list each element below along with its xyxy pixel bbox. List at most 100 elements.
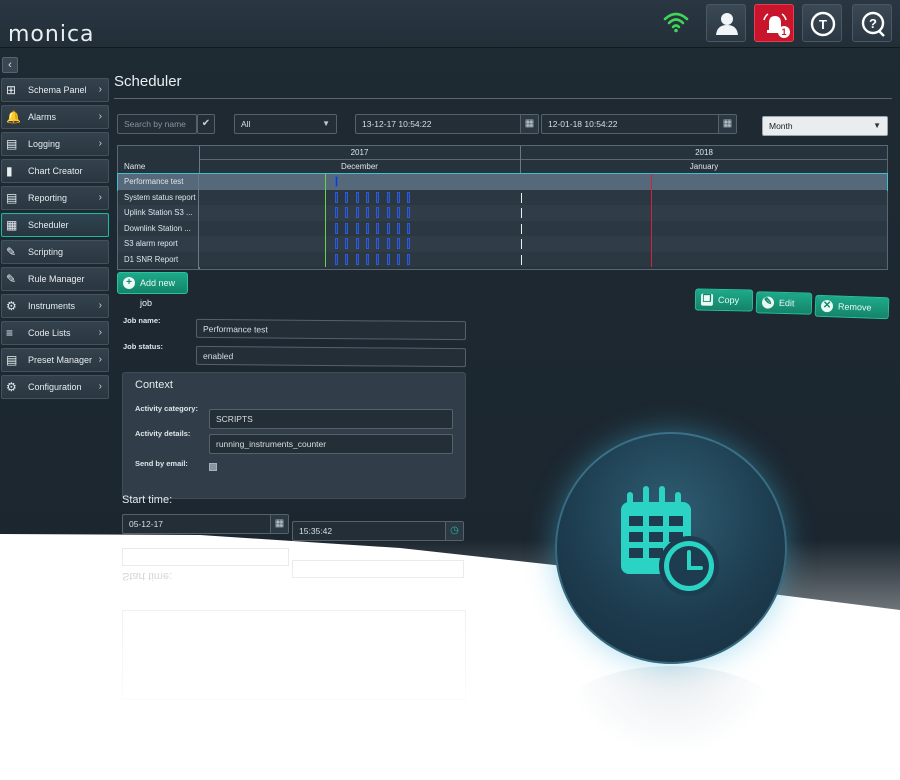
job-occurrence-bar[interactable]: [365, 222, 369, 234]
sidebar-item-label: Reporting: [28, 193, 68, 203]
start-time-field[interactable]: 15:35:42 ◷: [292, 521, 464, 541]
job-occurrence-bar[interactable]: [335, 207, 338, 218]
job-occurrence-bar[interactable]: [335, 176, 338, 187]
alarm-button[interactable]: 1: [754, 4, 794, 42]
job-occurrence-bar[interactable]: [365, 253, 369, 265]
sidebar-item-code-lists[interactable]: ≡ Code Lists ›: [1, 321, 109, 345]
job-occurrence-bar[interactable]: [355, 253, 359, 265]
sidebar-item-label: Schema Panel: [28, 85, 87, 95]
activity-details-field[interactable]: running_instruments_counter: [209, 434, 453, 454]
user-button[interactable]: [706, 4, 746, 42]
alarm-count-badge: 1: [778, 26, 790, 38]
job-occurrence-bar[interactable]: [407, 238, 411, 249]
context-title: Context: [135, 379, 173, 391]
timeline-row[interactable]: Uplink Station S3 ...: [118, 205, 887, 221]
sidebar-item-reporting[interactable]: ▤ Reporting ›: [1, 186, 109, 210]
timeline-row[interactable]: System status report: [118, 189, 887, 205]
range-start-date-field[interactable]: 13-12-17 10:54:22 ▦: [355, 114, 539, 134]
timeline-row[interactable]: S3 alarm report: [118, 236, 887, 252]
job-occurrence-bar[interactable]: [386, 238, 390, 249]
job-occurrence-bar[interactable]: [386, 191, 390, 203]
job-occurrence-bar[interactable]: [335, 238, 338, 249]
send-by-email-checkbox[interactable]: [209, 463, 217, 471]
job-occurrence-bar[interactable]: [355, 222, 359, 234]
add-job-button[interactable]: + Add new job: [117, 272, 188, 308]
sidebar-collapse-button[interactable]: ‹: [2, 57, 18, 73]
remove-button[interactable]: ✕ Remove: [814, 294, 890, 320]
job-occurrence-bar[interactable]: [386, 253, 390, 265]
job-occurrence-bar[interactable]: [365, 191, 369, 203]
calendar-icon[interactable]: ▦: [520, 115, 538, 133]
job-occurrence-bar[interactable]: [407, 207, 411, 218]
job-occurrence-bar[interactable]: [365, 238, 369, 249]
job-occurrence-bar[interactable]: [376, 253, 380, 265]
search-input[interactable]: Search by name: [117, 114, 197, 134]
chevron-right-icon: ›: [98, 327, 102, 338]
sidebar-item-instruments[interactable]: ⚙ Instruments ›: [1, 294, 109, 318]
job-status-field[interactable]: enabled: [195, 345, 467, 368]
job-occurrence-bar[interactable]: [407, 222, 411, 234]
plus-icon: +: [123, 277, 135, 289]
job-occurrence-bar[interactable]: [376, 207, 380, 218]
job-occurrence-bar[interactable]: [345, 253, 349, 265]
job-occurrence-bar[interactable]: [396, 207, 400, 218]
job-occurrence-bar[interactable]: [396, 238, 400, 249]
activity-category-field[interactable]: SCRIPTS: [209, 409, 453, 429]
job-occurrence-bar[interactable]: [365, 207, 369, 218]
job-occurrence-bar[interactable]: [335, 253, 338, 265]
job-occurrence-bar[interactable]: [345, 191, 349, 203]
filter-select[interactable]: All ▼: [234, 114, 337, 134]
job-occurrence-bar[interactable]: [355, 191, 359, 203]
send-by-email-label: Send by email:: [135, 459, 188, 468]
job-occurrence-bar[interactable]: [396, 253, 400, 265]
sidebar-item-configuration[interactable]: ⚙ Configuration ›: [1, 375, 109, 399]
timeline-row[interactable]: Downlink Station ...: [118, 220, 887, 236]
job-occurrence-bar[interactable]: [345, 238, 349, 249]
period-select-value: Month: [769, 121, 793, 131]
wifi-icon: [663, 12, 689, 33]
scheduler-badge: [555, 432, 787, 664]
timeline-row[interactable]: D1 SNR Report: [118, 251, 887, 267]
job-occurrence-bar[interactable]: [335, 222, 338, 234]
clock-icon[interactable]: ◷: [445, 522, 463, 540]
sidebar-item-logging[interactable]: ▤ Logging ›: [1, 132, 109, 156]
edit-button[interactable]: ✎ Edit: [755, 291, 813, 315]
sidebar-item-alarms[interactable]: 🔔 Alarms ›: [1, 105, 109, 129]
job-occurrence-bar[interactable]: [396, 222, 400, 234]
job-occurrence-bar[interactable]: [386, 207, 390, 218]
job-name-field[interactable]: Performance test: [195, 318, 467, 341]
job-occurrence-bar[interactable]: [407, 191, 411, 203]
sidebar-item-chart-creator[interactable]: ▮ Chart Creator: [1, 159, 109, 183]
job-occurrence-bar[interactable]: [345, 222, 349, 234]
start-marker: [325, 189, 326, 205]
sidebar-item-scripting[interactable]: ✎ Scripting: [1, 240, 109, 264]
range-end-date-field[interactable]: 12-01-18 10:54:22 ▦: [541, 114, 737, 134]
start-date-field[interactable]: 05-12-17 ▦: [122, 514, 289, 534]
sidebar-item-schema-panel[interactable]: ⊞ Schema Panel ›: [1, 78, 109, 102]
job-occurrence-bar[interactable]: [386, 222, 390, 234]
job-occurrence-bar[interactable]: [376, 191, 380, 203]
job-status-label: Job status:: [123, 342, 164, 351]
t-button[interactable]: T: [802, 4, 842, 42]
sidebar-item-rule-manager[interactable]: ✎ Rule Manager: [1, 267, 109, 291]
copy-button[interactable]: ❐ Copy: [694, 288, 754, 312]
job-occurrence-bar[interactable]: [355, 238, 359, 249]
job-occurrence-bar[interactable]: [335, 191, 338, 203]
period-select[interactable]: Month ▼: [762, 116, 888, 136]
job-occurrence-bar[interactable]: [407, 253, 411, 265]
calendar-icon[interactable]: ▦: [718, 115, 736, 133]
edit-label: Edit: [778, 297, 795, 309]
sidebar-item-scheduler[interactable]: ▦ Scheduler: [1, 213, 109, 237]
job-occurrence-bar[interactable]: [376, 238, 380, 249]
calendar-icon[interactable]: ▦: [270, 515, 288, 533]
search-confirm-button[interactable]: ✔: [197, 114, 215, 134]
job-occurrence-bar[interactable]: [345, 207, 349, 218]
job-occurrence-bar[interactable]: [355, 207, 359, 218]
timeline-row[interactable]: Performance test: [117, 173, 888, 191]
sidebar-item-preset-manager[interactable]: ▤ Preset Manager ›: [1, 348, 109, 372]
job-occurrence-bar[interactable]: [376, 222, 380, 234]
job-occurrence-bar[interactable]: [396, 191, 400, 203]
help-button[interactable]: ?: [852, 4, 892, 42]
job-name: S3 alarm report: [124, 239, 178, 248]
start-time-label: Start time:: [122, 494, 173, 506]
